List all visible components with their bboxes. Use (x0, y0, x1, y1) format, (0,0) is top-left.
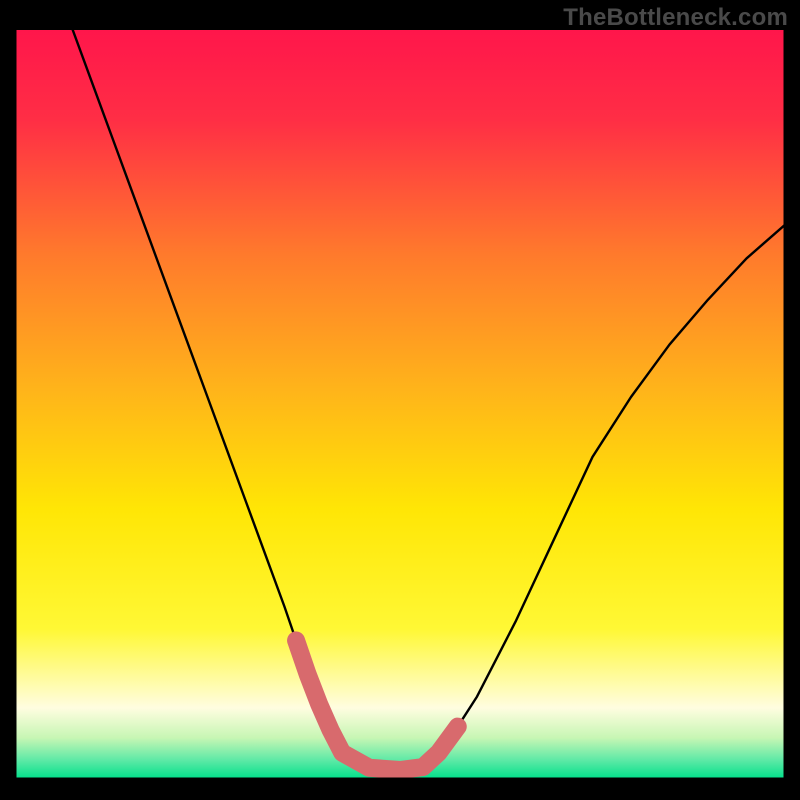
gradient-background (15, 30, 785, 779)
plot-canvas: TheBottleneck.com (0, 0, 800, 800)
watermark-text: TheBottleneck.com (563, 4, 788, 32)
plot-svg (0, 0, 800, 800)
